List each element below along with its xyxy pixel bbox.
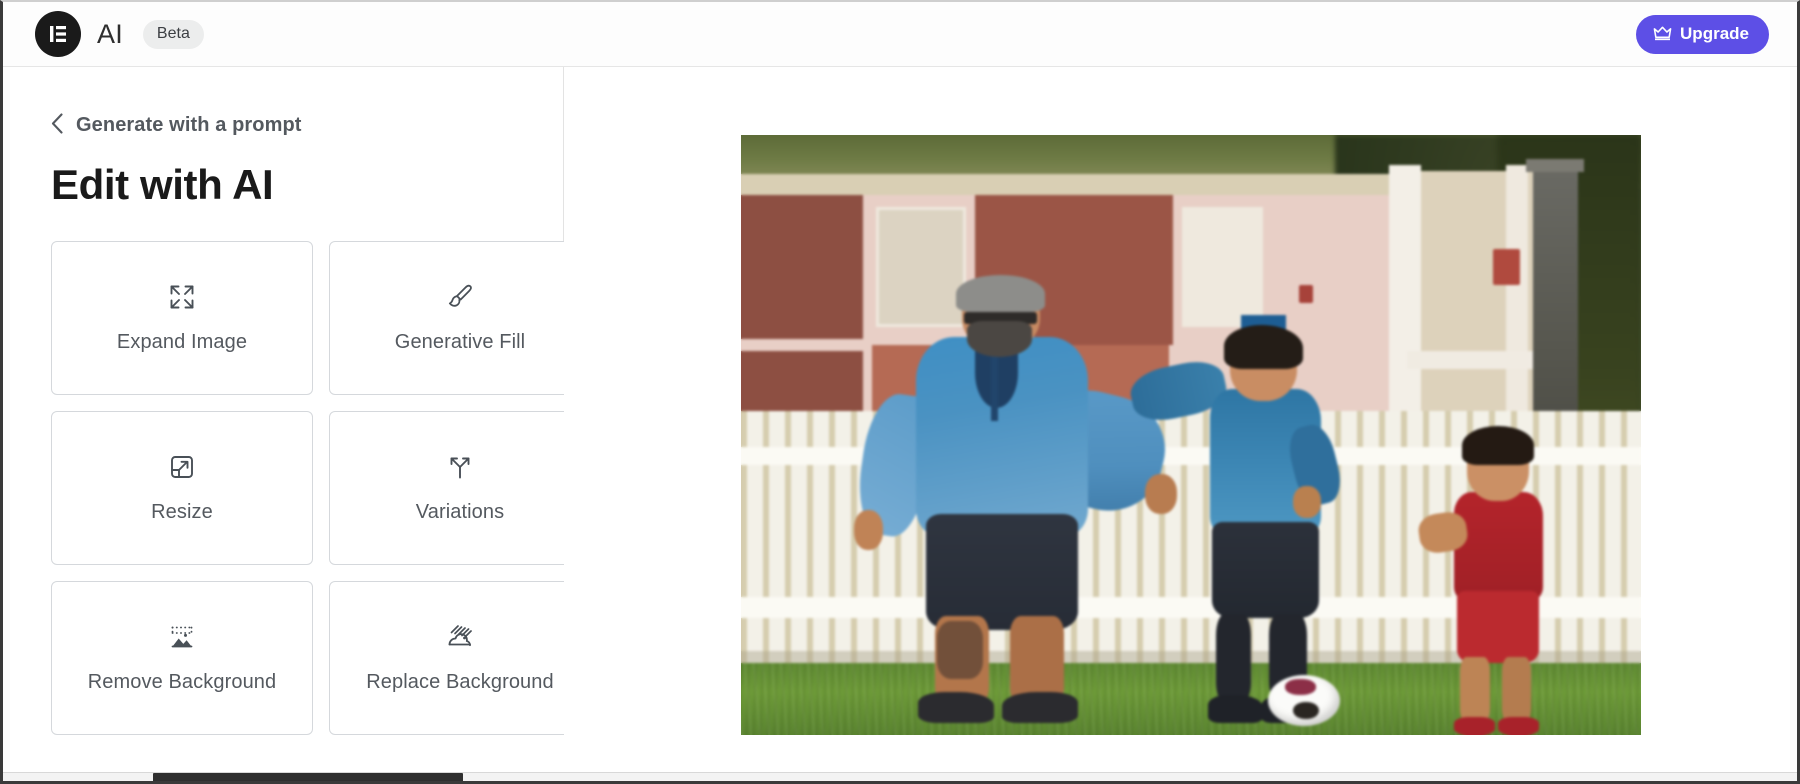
upgrade-label: Upgrade [1680, 23, 1749, 43]
crown-icon [1653, 26, 1672, 41]
back-to-generate-link[interactable]: Generate with a prompt [51, 113, 302, 137]
boy-blue-hair [1223, 324, 1303, 370]
branching-arrows-icon [445, 452, 475, 485]
man-shorts [926, 514, 1078, 630]
tool-card-expand-image[interactable]: Expand Image [51, 241, 313, 395]
generated-image[interactable] [741, 135, 1641, 735]
image-preview-area [564, 67, 1797, 781]
man-left-shoe [918, 691, 994, 723]
man-leg-tattoo [937, 620, 984, 679]
upgrade-button[interactable]: Upgrade [1636, 14, 1769, 54]
soccer-ball-patch-pink [1284, 679, 1317, 696]
expand-arrows-icon [167, 282, 197, 315]
porch-red-accent [1492, 249, 1520, 285]
app-header: AI Beta Upgrade [3, 2, 1797, 67]
tool-card-label: Variations [415, 501, 505, 523]
boy-blue-jersey-figure [1126, 324, 1380, 735]
scrollbar-thumb[interactable] [153, 773, 463, 781]
chimney-cap [1525, 159, 1585, 173]
tool-card-label: Resize [151, 501, 213, 523]
tool-card-resize[interactable]: Resize [51, 411, 313, 565]
app-window: AI Beta Upgrade Generate with a prompt E… [0, 0, 1800, 784]
paintbrush-icon [445, 282, 475, 315]
image-dotted-border-icon [167, 622, 197, 655]
page-title: Edit with AI [51, 161, 274, 208]
chevron-left-icon [51, 113, 64, 137]
house-red-accent [1299, 285, 1314, 303]
boy-red-shorts [1457, 591, 1540, 663]
soccer-ball [1267, 675, 1340, 726]
house-brick-left-upper [741, 195, 863, 339]
tool-card-remove-background[interactable]: Remove Background [51, 581, 313, 735]
brand: AI Beta [35, 11, 204, 57]
adult-man-figure [852, 274, 1178, 723]
tool-card-replace-background[interactable]: Replace Background [329, 581, 591, 735]
man-zipper [991, 345, 998, 422]
man-left-hand [853, 509, 884, 550]
brand-name: AI [97, 18, 123, 49]
tool-card-generative-fill[interactable]: Generative Fill [329, 241, 591, 395]
boy-red-hair [1462, 426, 1534, 465]
photo-content [741, 135, 1641, 735]
edit-tools-sidebar: Generate with a prompt Edit with AI Expa… [3, 67, 591, 781]
man-right-shoe [1002, 691, 1078, 723]
back-link-label: Generate with a prompt [76, 113, 302, 136]
boy-blue-fist [1292, 485, 1321, 518]
man-beard [966, 321, 1032, 357]
boy-red-jersey [1453, 492, 1543, 600]
boy-red-jersey-figure [1416, 426, 1587, 735]
tool-card-grid: Expand Image Generative Fill Resize Vari… [51, 241, 591, 735]
tool-card-label: Replace Background [366, 671, 554, 693]
boy-red-right-leg [1501, 657, 1531, 723]
boy-blue-left-sock [1215, 614, 1252, 703]
boy-red-right-shoe [1498, 717, 1540, 735]
porch-column-right [1506, 165, 1528, 429]
soccer-ball-patch-dark [1293, 701, 1320, 719]
tool-card-label: Remove Background [87, 671, 277, 693]
boy-blue-left-shoe [1207, 694, 1264, 723]
elementor-logo-icon [35, 11, 81, 57]
boy-red-left-leg [1460, 657, 1490, 723]
tool-card-label: Generative Fill [394, 331, 526, 353]
beta-badge: Beta [142, 19, 204, 49]
horizontal-scrollbar[interactable] [3, 772, 1797, 781]
boy-blue-shorts [1211, 521, 1319, 619]
tool-card-label: Expand Image [116, 331, 248, 353]
image-hatched-icon [445, 622, 475, 655]
man-right-hand [1145, 474, 1178, 515]
boy-red-left-shoe [1453, 717, 1495, 735]
man-hair [956, 274, 1046, 313]
house-window-right [1182, 207, 1263, 327]
resize-square-arrow-icon [167, 452, 197, 485]
tool-card-variations[interactable]: Variations [329, 411, 591, 565]
